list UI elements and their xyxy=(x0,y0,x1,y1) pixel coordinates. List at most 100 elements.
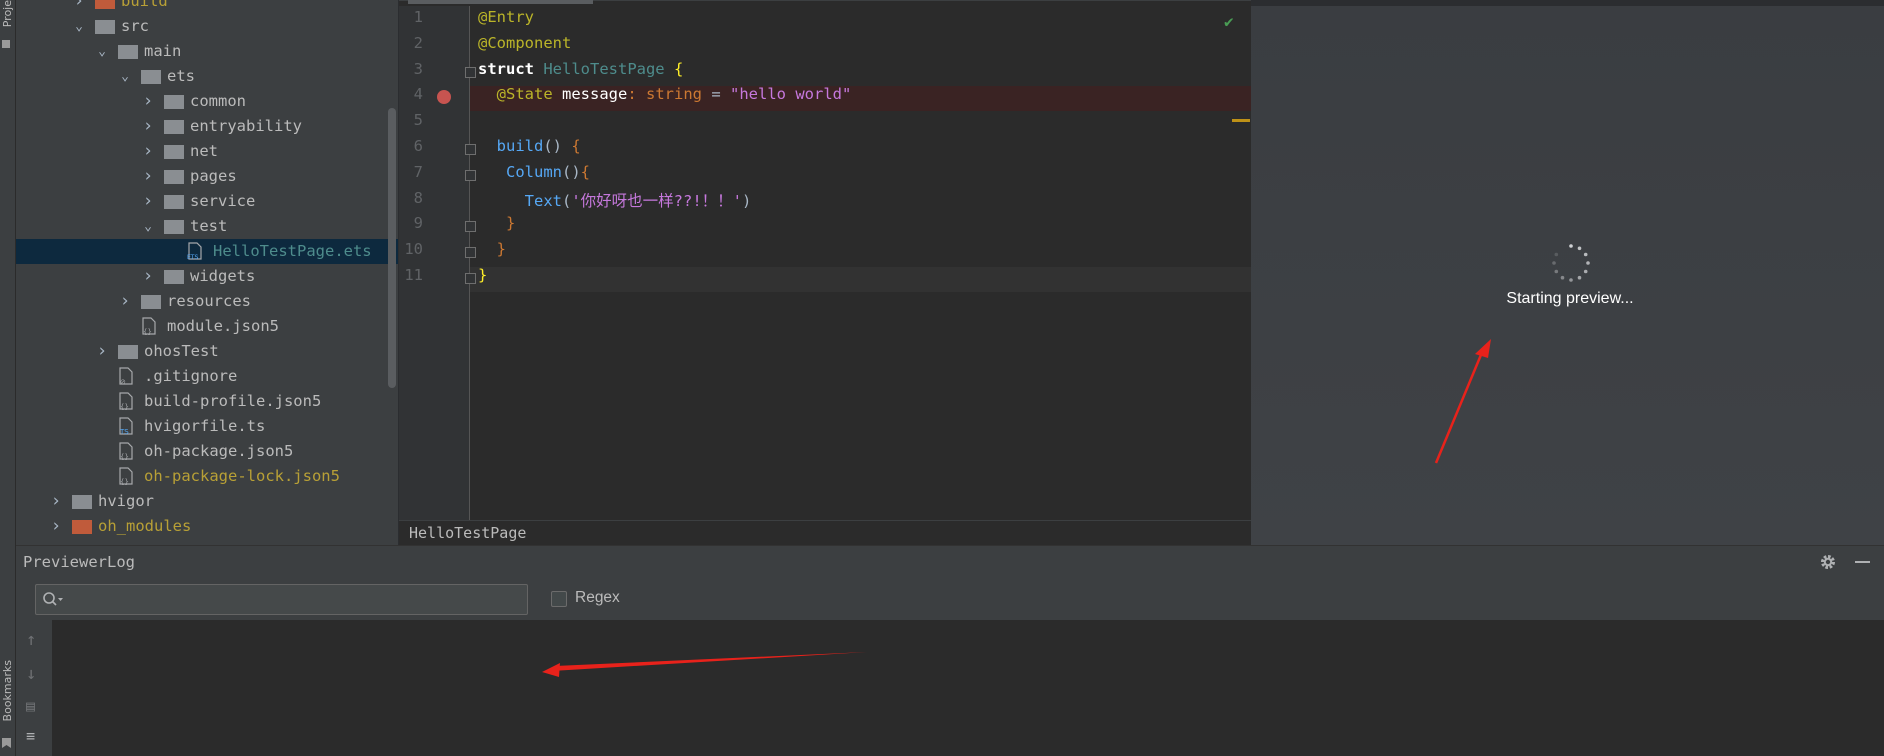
chevron-right-icon[interactable]: › xyxy=(49,489,63,514)
tree-row[interactable]: TS hvigorfile.ts xyxy=(16,414,398,439)
chevron-right-icon[interactable]: › xyxy=(141,264,155,289)
code-line[interactable]: } xyxy=(478,266,487,284)
minimize-icon[interactable] xyxy=(1855,561,1870,563)
arrow-up-icon[interactable]: ↑ xyxy=(26,630,36,650)
editor-breadcrumb[interactable]: HelloTestPage xyxy=(399,520,1251,546)
chevron-right-icon[interactable]: › xyxy=(118,289,132,314)
tree-scrollbar[interactable] xyxy=(388,108,396,388)
line-number[interactable]: 7 xyxy=(399,163,423,181)
soft-wrap-icon[interactable]: ≡ xyxy=(26,727,35,745)
code-line[interactable]: } xyxy=(478,240,506,258)
fold-marker-icon[interactable] xyxy=(465,247,476,259)
chevron-down-icon[interactable]: ⌄ xyxy=(118,64,132,89)
line-number[interactable]: 8 xyxy=(399,189,423,207)
chevron-right-icon[interactable]: › xyxy=(141,189,155,214)
code-line[interactable]: } xyxy=(478,214,515,232)
chevron-down-icon[interactable]: ⌄ xyxy=(95,39,109,64)
tree-row[interactable]: ⌄ src xyxy=(16,14,398,39)
tree-row[interactable]: › oh_modules xyxy=(16,514,398,539)
regex-checkbox[interactable] xyxy=(551,591,567,607)
code-line[interactable]: @Component xyxy=(478,34,571,52)
line-number[interactable]: 9 xyxy=(399,214,423,232)
line-number[interactable]: 4 xyxy=(399,85,423,103)
tree-row[interactable]: › widgets xyxy=(16,264,398,289)
tree-row[interactable]: › common xyxy=(16,89,398,114)
code-line[interactable]: build() { xyxy=(478,137,581,155)
log-side-toolbar: ↑ ↓ ▤ ≡ xyxy=(16,620,52,756)
tree-row[interactable]: {} oh-package-lock.json5 xyxy=(16,464,398,489)
code-line[interactable]: Text('你好呀也一样??!！！') xyxy=(478,189,752,211)
svg-text:{}: {} xyxy=(120,478,129,485)
tree-row[interactable]: ⌄ main xyxy=(16,39,398,64)
ets-file-icon: ETS xyxy=(187,242,202,261)
line-number[interactable]: 6 xyxy=(399,137,423,155)
json-file-icon: {} xyxy=(118,442,133,461)
breadcrumb-struct[interactable]: HelloTestPage xyxy=(409,524,526,542)
line-number[interactable]: 11 xyxy=(399,266,423,284)
log-output-area[interactable] xyxy=(52,620,1884,756)
code-token: } xyxy=(478,240,506,259)
tree-row[interactable]: › service xyxy=(16,189,398,214)
breakpoint-icon[interactable] xyxy=(437,90,451,104)
tree-row[interactable]: › ohosTest xyxy=(16,339,398,364)
check-icon[interactable]: ✔ xyxy=(1224,12,1234,31)
code-line[interactable]: Column(){ xyxy=(478,163,590,181)
tree-row[interactable]: ⊘ .gitignore xyxy=(16,364,398,389)
svg-text:ETS: ETS xyxy=(187,254,198,260)
chevron-right-icon[interactable]: › xyxy=(141,164,155,189)
line-number[interactable]: 1 xyxy=(399,8,423,26)
tree-row[interactable]: › entryability xyxy=(16,114,398,139)
gutter-divider xyxy=(469,6,470,520)
line-number[interactable]: 5 xyxy=(399,111,423,129)
horizontal-scrollbar[interactable] xyxy=(408,0,593,4)
project-tool-tab[interactable]: Proje xyxy=(1,0,14,27)
chevron-down-icon[interactable]: ⌄ xyxy=(141,214,155,239)
chevron-right-icon[interactable]: › xyxy=(49,514,63,539)
folder-icon xyxy=(95,0,115,9)
ts-file-icon: TS xyxy=(118,417,133,436)
code-line[interactable]: struct HelloTestPage { xyxy=(478,60,683,78)
tree-row[interactable]: ⌄ ets xyxy=(16,64,398,89)
tree-row[interactable]: {} build-profile.json5 xyxy=(16,389,398,414)
bookmarks-tool-tab[interactable]: Bookmarks xyxy=(1,660,14,721)
folder-icon xyxy=(72,495,92,509)
fold-marker-icon[interactable] xyxy=(465,221,476,233)
line-number[interactable]: 3 xyxy=(399,60,423,78)
chevron-right-icon[interactable]: › xyxy=(141,114,155,139)
project-tree[interactable]: › build ⌄ src ⌄ main ⌄ ets › common › entryability ›… xyxy=(16,0,398,545)
fold-marker-icon[interactable] xyxy=(465,169,476,181)
scroll-to-end-icon[interactable]: ▤ xyxy=(26,697,35,715)
chevron-right-icon[interactable]: › xyxy=(72,0,86,14)
editor-gutter[interactable] xyxy=(399,6,469,520)
tree-row[interactable]: › resources xyxy=(16,289,398,314)
code-token: Column xyxy=(478,162,562,181)
chevron-right-icon[interactable]: › xyxy=(141,89,155,114)
tree-item-label: src xyxy=(121,17,149,35)
fold-marker-icon[interactable] xyxy=(465,66,476,78)
svg-text:{}: {} xyxy=(120,453,129,460)
fold-marker-icon[interactable] xyxy=(465,144,476,155)
tree-row[interactable]: › pages xyxy=(16,164,398,189)
chevron-down-icon[interactable]: ⌄ xyxy=(72,14,86,39)
code-line[interactable]: @State message: string = "hello world" xyxy=(478,85,852,103)
chevron-right-icon[interactable]: › xyxy=(95,339,109,364)
chevron-right-icon[interactable]: › xyxy=(141,139,155,164)
line-number[interactable]: 2 xyxy=(399,34,423,52)
tree-row[interactable]: › build xyxy=(16,0,398,14)
svg-text:{}: {} xyxy=(120,403,129,410)
tree-row[interactable]: › net xyxy=(16,139,398,164)
tree-row[interactable]: ETS HelloTestPage.ets xyxy=(16,239,398,264)
line-number[interactable]: 10 xyxy=(399,240,423,258)
tree-row[interactable]: {} oh-package.json5 xyxy=(16,439,398,464)
log-panel-title[interactable]: PreviewerLog xyxy=(23,553,135,571)
code-line[interactable]: @Entry xyxy=(478,8,534,26)
warning-stripe-marker[interactable] xyxy=(1232,119,1250,122)
tree-row[interactable]: ⌄ test xyxy=(16,214,398,239)
tree-row[interactable]: {} module.json5 xyxy=(16,314,398,339)
gear-icon[interactable] xyxy=(1819,553,1837,571)
arrow-down-icon[interactable]: ↓ xyxy=(26,664,36,684)
fold-marker-icon[interactable] xyxy=(465,273,476,284)
tree-row[interactable]: › hvigor xyxy=(16,489,398,514)
code-token: Text xyxy=(478,191,562,210)
search-input[interactable] xyxy=(35,584,528,615)
